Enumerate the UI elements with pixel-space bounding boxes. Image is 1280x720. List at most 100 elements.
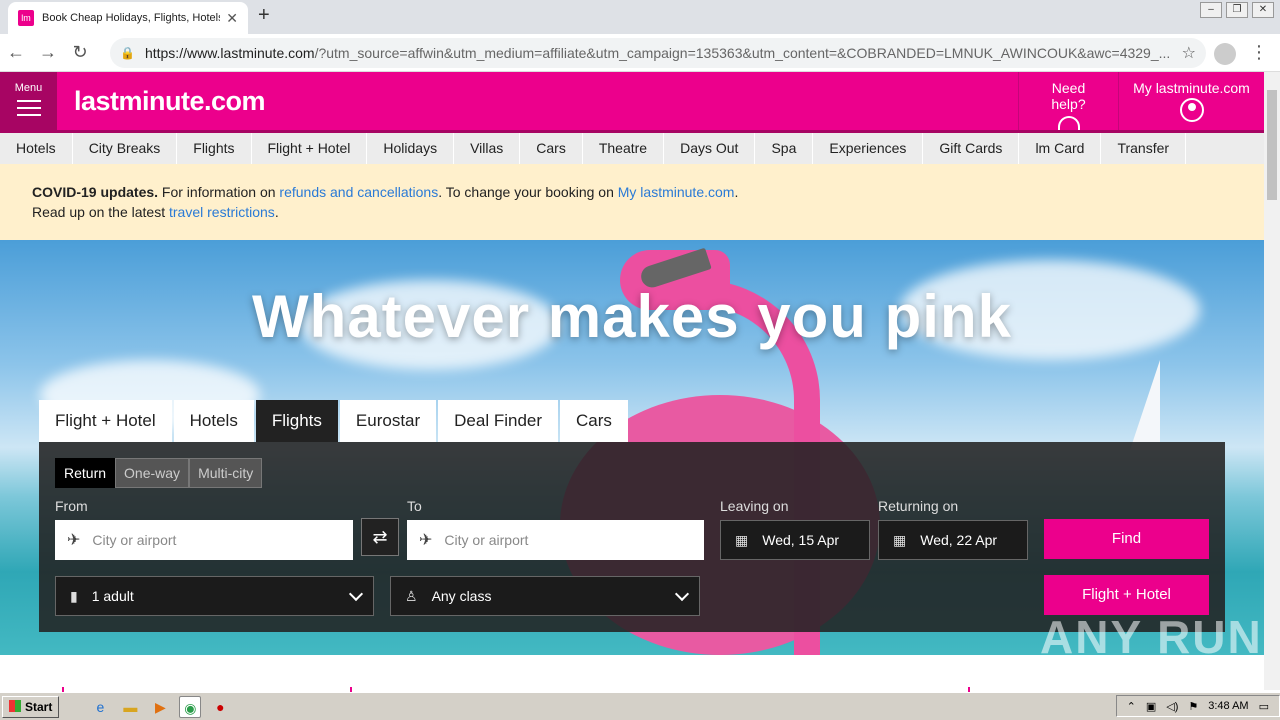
to-input[interactable]: ✈ City or airport: [407, 520, 704, 560]
covid-text-3: .: [734, 184, 739, 200]
window-controls: – ❐ ✕: [1200, 2, 1274, 18]
window-close-icon[interactable]: ✕: [1252, 2, 1274, 18]
internet-explorer-icon[interactable]: e: [89, 696, 111, 718]
nav-item-villas[interactable]: Villas: [454, 133, 521, 164]
refunds-link[interactable]: refunds and cancellations: [279, 184, 438, 200]
new-tab-icon[interactable]: +: [258, 4, 270, 27]
windows-taskbar: Start e ▬ ▶ ◉ ● ⌃ ▣ ◁) ⚑ 3:48 AM ▭: [0, 692, 1280, 720]
covid-banner: COVID-19 updates. For information on ref…: [0, 164, 1264, 240]
browser-tab[interactable]: lm Book Cheap Holidays, Flights, Hotels …: [8, 2, 248, 34]
passengers-select[interactable]: ▮ 1 adult: [55, 576, 374, 616]
flag-icon[interactable]: ⚑: [1188, 700, 1198, 713]
nav-item-experiences[interactable]: Experiences: [813, 133, 924, 164]
nav-item-flight-hotel[interactable]: Flight + Hotel: [252, 133, 368, 164]
returning-date-value: Wed, 22 Apr: [920, 532, 998, 548]
scrollbar-thumb[interactable]: [1267, 90, 1277, 200]
takeoff-plane-icon: ✈: [67, 532, 81, 549]
find-button[interactable]: Find: [1044, 519, 1209, 559]
tray-arrow-icon[interactable]: ⌃: [1127, 700, 1136, 713]
need-help-button[interactable]: Need help?: [1018, 72, 1118, 138]
from-input[interactable]: ✈ City or airport: [55, 520, 353, 560]
landing-plane-icon: ✈: [419, 532, 433, 549]
nav-item-days-out[interactable]: Days Out: [664, 133, 756, 164]
folder-icon[interactable]: ▬: [119, 696, 141, 718]
nav-item-lm-card[interactable]: lm Card: [1019, 133, 1102, 164]
hamburger-icon: [16, 100, 41, 116]
start-button[interactable]: Start: [2, 695, 60, 718]
leaving-on-label: Leaving on: [720, 498, 789, 514]
tab-title: Book Cheap Holidays, Flights, Hotels: [42, 12, 221, 24]
menu-button[interactable]: Menu: [0, 72, 57, 130]
flight-hotel-button[interactable]: Flight + Hotel: [1044, 575, 1209, 615]
cabin-class-select[interactable]: ♙ Any class: [390, 576, 700, 616]
profile-avatar-icon[interactable]: [1214, 43, 1236, 65]
my-lastminute-link[interactable]: My lastminute.com: [618, 184, 735, 200]
leaving-date-picker[interactable]: ▦ Wed, 15 Apr: [720, 520, 870, 560]
clock: 3:48 AM: [1208, 700, 1249, 712]
minimize-icon[interactable]: –: [1200, 2, 1222, 18]
hero-title: Whatever makes you pink: [252, 283, 1012, 350]
media-player-icon[interactable]: ▶: [149, 696, 171, 718]
url-path: /?utm_source=affwin&utm_medium=affiliate…: [314, 45, 1171, 61]
nav-item-holidays[interactable]: Holidays: [367, 133, 455, 164]
system-tray: ⌃ ▣ ◁) ⚑ 3:48 AM ▭: [1115, 695, 1280, 717]
swap-airports-button[interactable]: ⇄: [361, 518, 399, 556]
volume-icon[interactable]: ◁): [1166, 700, 1178, 713]
tab-flight-hotel[interactable]: Flight + Hotel: [39, 400, 172, 442]
leaving-date-value: Wed, 15 Apr: [762, 532, 840, 548]
url-text[interactable]: https://www.lastminute.com/?utm_source=a…: [145, 45, 1182, 61]
lastminute-favicon-icon: lm: [18, 10, 34, 26]
category-nav: Hotels City Breaks Flights Flight + Hote…: [0, 130, 1264, 164]
url-domain: https://www.lastminute.com: [144, 45, 315, 61]
address-bar[interactable]: 🔒 https://www.lastminute.com/?utm_source…: [110, 38, 1206, 68]
chrome-icon[interactable]: ◉: [179, 695, 202, 718]
browser-menu-icon[interactable]: ⋮: [1250, 42, 1268, 63]
forward-arrow-icon[interactable]: →: [32, 42, 64, 63]
page-scrollbar[interactable]: [1264, 72, 1280, 690]
nav-item-hotels[interactable]: Hotels: [0, 133, 73, 164]
nav-item-cars[interactable]: Cars: [520, 133, 583, 164]
trip-return-option[interactable]: Return: [55, 458, 116, 488]
close-tab-icon[interactable]: ✕: [226, 10, 238, 27]
tab-hotels[interactable]: Hotels: [173, 400, 254, 442]
person-icon: ▮: [70, 587, 78, 604]
lock-icon[interactable]: 🔒: [120, 46, 135, 60]
from-placeholder: City or airport: [92, 532, 177, 548]
nav-item-city-breaks[interactable]: City Breaks: [73, 133, 178, 164]
hero-banner: Whatever makes you pink Flight + Hotel H…: [0, 240, 1264, 655]
covid-text-2: . To change your booking on: [438, 184, 618, 200]
site-header: Menu lastminute.com Need help? My lastmi…: [0, 72, 1264, 138]
nav-item-spa[interactable]: Spa: [755, 133, 814, 164]
passengers-value: 1 adult: [91, 588, 134, 604]
trip-one-way-option[interactable]: One-way: [115, 458, 190, 488]
user-icon: [1179, 98, 1204, 122]
back-arrow-icon[interactable]: ←: [0, 42, 32, 63]
restore-icon[interactable]: ❐: [1226, 2, 1248, 18]
bookmark-star-icon[interactable]: ☆: [1182, 43, 1196, 63]
stop-icon[interactable]: ●: [209, 696, 231, 718]
nav-item-theatre[interactable]: Theatre: [583, 133, 665, 164]
covid-text-1: For information on: [158, 184, 280, 200]
returning-on-label: Returning on: [878, 498, 959, 514]
tab-cars[interactable]: Cars: [560, 400, 628, 442]
my-account-label: My lastminute.com: [1133, 80, 1250, 96]
nav-item-flights[interactable]: Flights: [177, 133, 252, 164]
windows-flag-icon: [9, 699, 21, 712]
to-placeholder: City or airport: [444, 532, 529, 548]
tab-deal-finder[interactable]: Deal Finder: [438, 400, 559, 442]
network-icon[interactable]: ▣: [1146, 700, 1156, 713]
nav-item-transfer[interactable]: Transfer: [1101, 133, 1187, 164]
chevron-down-icon: [348, 586, 364, 602]
tab-eurostar[interactable]: Eurostar: [339, 400, 437, 442]
nav-item-gift-cards[interactable]: Gift Cards: [923, 133, 1020, 164]
reload-icon[interactable]: ↻: [64, 42, 96, 63]
calendar-icon: ▦: [735, 531, 749, 548]
site-logo[interactable]: lastminute.com: [74, 86, 266, 117]
chevron-down-icon: [674, 586, 690, 602]
my-account-button[interactable]: My lastminute.com: [1118, 72, 1264, 130]
show-desktop-icon[interactable]: ▭: [1259, 700, 1269, 713]
trip-multi-city-option[interactable]: Multi-city: [189, 458, 263, 488]
travel-restrictions-link[interactable]: travel restrictions: [169, 204, 275, 220]
returning-date-picker[interactable]: ▦ Wed, 22 Apr: [878, 520, 1028, 560]
tab-flights[interactable]: Flights: [255, 400, 338, 442]
